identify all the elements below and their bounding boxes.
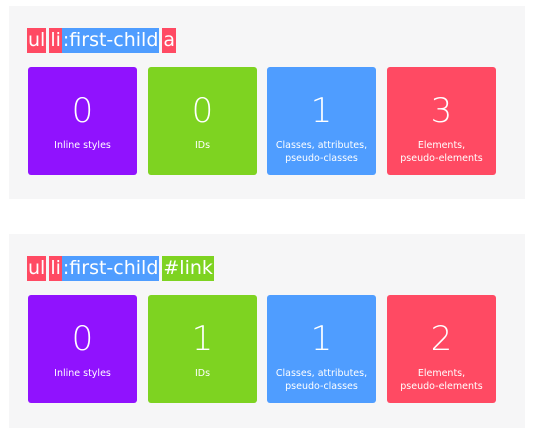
card-inline-styles: 0 Inline styles (28, 295, 137, 403)
card-value: 0 (71, 319, 94, 359)
card-value: 2 (430, 319, 453, 359)
card-value: 3 (430, 91, 453, 131)
selector-token-element: li (49, 256, 62, 281)
card-classes: 1 Classes, attributes, pseudo-classes (267, 295, 376, 403)
specificity-example-1: ul li:first-child a 0 Inline styles 0 IDs … (9, 6, 525, 199)
card-value: 1 (310, 91, 333, 131)
card-classes: 1 Classes, attributes, pseudo-classes (267, 67, 376, 175)
card-inline-styles: 0 Inline styles (28, 67, 137, 175)
card-value: 1 (310, 319, 333, 359)
card-elements: 3 Elements, pseudo-elements (387, 67, 496, 175)
selector-token-element: ul (27, 256, 47, 281)
card-label: IDs (194, 368, 211, 379)
card-label: IDs (194, 140, 211, 151)
selector-tokens: ul li:first-child a (27, 28, 177, 53)
selector-token-class: :first-child (61, 256, 160, 281)
card-label: Classes, attributes, pseudo-classes (275, 140, 368, 164)
card-value: 0 (191, 91, 214, 131)
card-label: Elements, pseudo-elements (400, 140, 483, 164)
card-ids: 1 IDs (148, 295, 257, 403)
card-label: Elements, pseudo-elements (400, 368, 483, 392)
card-label: Inline styles (54, 140, 111, 151)
card-label: Inline styles (54, 368, 111, 379)
card-elements: 2 Elements, pseudo-elements (387, 295, 496, 403)
selector-token-class: :first-child (61, 28, 160, 53)
card-label: Classes, attributes, pseudo-classes (275, 368, 368, 392)
selector-token-element: ul (27, 28, 47, 53)
card-ids: 0 IDs (148, 67, 257, 175)
selector-tokens: ul li:first-child #link (27, 256, 214, 281)
card-value: 0 (71, 91, 94, 131)
card-value: 1 (191, 319, 214, 359)
selector-token-element: li (49, 28, 62, 53)
selector-token-element: a (162, 28, 177, 53)
selector-token-id: #link (162, 256, 214, 281)
specificity-example-2: ul li:first-child #link 0 Inline styles 1 … (9, 234, 525, 428)
